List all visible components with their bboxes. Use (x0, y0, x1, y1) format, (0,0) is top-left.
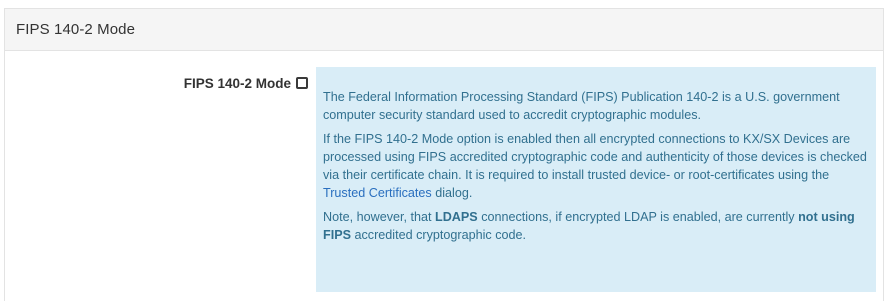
ldaps-emphasis: LDAPS (435, 210, 478, 224)
fips-panel: FIPS 140-2 Mode FIPS 140-2 Mode The Fede… (4, 8, 884, 301)
fips-help-box: The Federal Information Processing Stand… (316, 67, 876, 292)
help-paragraph-2-end: dialog. (431, 186, 473, 200)
panel-header: FIPS 140-2 Mode (5, 9, 883, 51)
fips-mode-row: FIPS 140-2 Mode The Federal Information … (5, 51, 883, 302)
fips-mode-label: FIPS 140-2 Mode (183, 76, 291, 91)
help-paragraph-3: Note, however, that LDAPS connections, i… (323, 208, 868, 244)
trusted-certificates-link[interactable]: Trusted Certificates (323, 186, 432, 200)
help-paragraph-2-text: If the FIPS 140-2 Mode option is enabled… (323, 132, 867, 182)
panel-title: FIPS 140-2 Mode (16, 21, 136, 38)
help-paragraph-3-start: Note, however, that (323, 210, 436, 224)
help-paragraph-3-middle: connections, if encrypted LDAP is enable… (477, 210, 799, 224)
help-paragraph-3-end: accredited cryptographic code. (351, 228, 527, 242)
help-paragraph-1: The Federal Information Processing Stand… (323, 90, 840, 122)
fips-mode-checkbox[interactable] (296, 77, 308, 89)
help-paragraph-2: If the FIPS 140-2 Mode option is enabled… (323, 130, 868, 202)
